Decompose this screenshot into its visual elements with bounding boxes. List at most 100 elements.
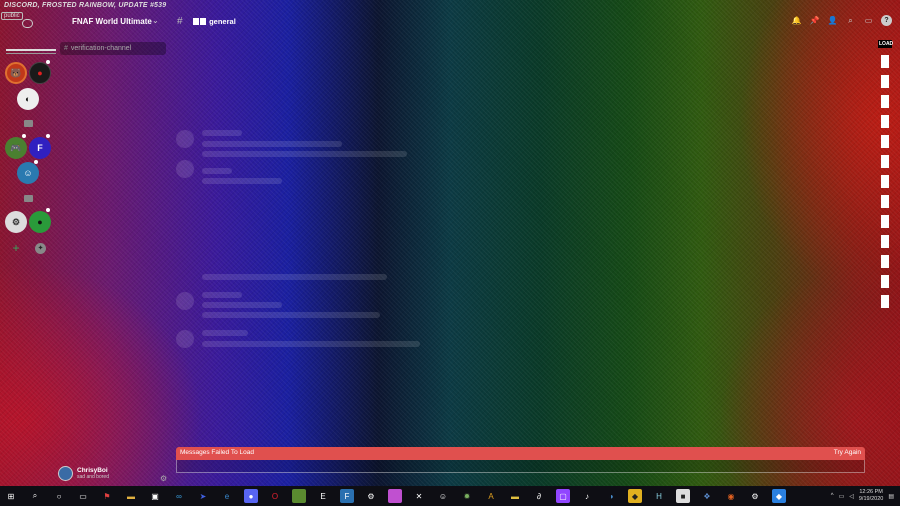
loading-placeholder bbox=[881, 215, 889, 228]
app-icon[interactable]: ⚑ bbox=[100, 489, 114, 503]
search-icon[interactable]: ⌕ bbox=[28, 489, 42, 503]
steam-icon[interactable]: ⚙ bbox=[364, 489, 378, 503]
placeholder-avatar bbox=[176, 292, 194, 310]
sidebar-item-label: verification-channel bbox=[70, 45, 132, 52]
add-server-icon[interactable]: + bbox=[9, 242, 23, 256]
opera-icon[interactable]: O bbox=[268, 489, 282, 503]
app-icon[interactable] bbox=[388, 489, 402, 503]
server-icon-panda[interactable]: ◐ bbox=[17, 88, 39, 110]
server-icon-character[interactable]: ☺ bbox=[17, 162, 39, 184]
loading-placeholder bbox=[881, 195, 889, 208]
folder-icon[interactable]: ▬ bbox=[124, 489, 138, 503]
windows-start-icon[interactable]: ⊞ bbox=[4, 489, 18, 503]
inbox-icon[interactable]: ▭ bbox=[863, 15, 874, 26]
server-icon-f[interactable]: F bbox=[29, 137, 51, 159]
chat-bubble-icon[interactable] bbox=[22, 19, 33, 28]
sidebar-item-verification-channel[interactable]: # verification-channel bbox=[60, 42, 166, 55]
loading-placeholder bbox=[881, 95, 889, 108]
app-icon[interactable]: A bbox=[484, 489, 498, 503]
cursor-icon[interactable]: ➤ bbox=[196, 489, 210, 503]
search-icon[interactable]: ⌕ bbox=[845, 15, 856, 26]
bell-icon[interactable]: 🔔 bbox=[791, 15, 802, 26]
placeholder-line bbox=[202, 292, 242, 298]
loading-placeholder bbox=[881, 275, 889, 288]
app-icon[interactable]: ◉ bbox=[724, 489, 738, 503]
windows-taskbar: ⊞ ⌕ ○ ▭ ⚑ ▬ ▣ ∞ ➤ e ● O E F ⚙ ✕ ☺ ✹ A ▬ … bbox=[0, 486, 900, 506]
avatar[interactable] bbox=[58, 466, 73, 481]
server-icon-fnaf[interactable]: 🐻 bbox=[5, 62, 27, 84]
app-icon[interactable]: ◑ bbox=[604, 489, 618, 503]
edge-icon[interactable]: e bbox=[220, 489, 234, 503]
public-badge: public bbox=[1, 12, 23, 20]
minecraft-icon[interactable] bbox=[292, 489, 306, 503]
placeholder-line bbox=[202, 330, 248, 336]
app-icon[interactable]: ◆ bbox=[772, 489, 786, 503]
epic-icon[interactable]: E bbox=[316, 489, 330, 503]
gear-icon[interactable]: ⚙ bbox=[160, 474, 167, 483]
h-icon[interactable]: H bbox=[652, 489, 666, 503]
file-explorer-icon[interactable]: ▬ bbox=[508, 489, 522, 503]
help-icon[interactable]: ? bbox=[881, 15, 892, 26]
clock-time: 12:26 PM bbox=[859, 489, 883, 495]
compass-icon[interactable]: ✦ bbox=[35, 243, 46, 254]
placeholder-line bbox=[202, 130, 242, 136]
task-view-icon[interactable]: ▭ bbox=[76, 489, 90, 503]
loading-placeholder bbox=[881, 235, 889, 248]
messages-failed-banner: Messages Failed To Load Try Again bbox=[176, 447, 865, 460]
header-toolbar: 🔔 📌 👤 ⌕ ▭ ? bbox=[791, 15, 892, 26]
server-icon-steam[interactable]: ⚙ bbox=[5, 211, 27, 233]
controller-icon[interactable]: ☺ bbox=[436, 489, 450, 503]
hash-icon: # bbox=[177, 16, 183, 27]
loading-placeholder bbox=[881, 175, 889, 188]
chevron-up-icon[interactable]: ^ bbox=[831, 493, 834, 499]
hash-icon: # bbox=[64, 45, 68, 52]
clock-date: 9/19/2020 bbox=[858, 496, 884, 502]
loading-placeholder bbox=[881, 295, 889, 308]
channel-name: general bbox=[209, 17, 236, 26]
folder-icon[interactable] bbox=[24, 195, 33, 202]
app-icon[interactable]: ■ bbox=[676, 489, 690, 503]
error-message: Messages Failed To Load bbox=[180, 449, 254, 456]
members-icon[interactable]: 👤 bbox=[827, 15, 838, 26]
store-icon[interactable]: ▣ bbox=[148, 489, 162, 503]
app-icon[interactable]: ❖ bbox=[700, 489, 714, 503]
cortana-icon[interactable]: ○ bbox=[52, 489, 66, 503]
server-icon-controller[interactable]: 🎮 bbox=[5, 137, 27, 159]
wolf-icon[interactable]: ✕ bbox=[412, 489, 426, 503]
placeholder-line bbox=[202, 151, 407, 157]
network-icon[interactable]: ▭ bbox=[839, 493, 845, 500]
settings-icon[interactable]: ✹ bbox=[460, 489, 474, 503]
placeholder-line bbox=[202, 274, 387, 280]
placeholder-avatar bbox=[176, 160, 194, 178]
app-icon[interactable]: ◆ bbox=[628, 489, 642, 503]
link-icon[interactable]: ∞ bbox=[172, 489, 186, 503]
server-icon-among-us[interactable]: ● bbox=[29, 62, 51, 84]
unread-dot bbox=[46, 60, 50, 64]
folder-icon[interactable] bbox=[24, 120, 33, 127]
message-input[interactable] bbox=[176, 460, 865, 473]
volume-icon[interactable]: ◁ bbox=[849, 493, 854, 500]
placeholder-avatar bbox=[176, 330, 194, 348]
clock[interactable]: 12:26 PM 9/19/2020 bbox=[859, 489, 883, 503]
f-icon[interactable]: F bbox=[340, 489, 354, 503]
user-panel: ChrisyBoi sad and bored bbox=[58, 466, 109, 481]
placeholder-line bbox=[202, 178, 282, 184]
notification-icon[interactable]: ▤ bbox=[888, 493, 894, 500]
loading-placeholder bbox=[881, 115, 889, 128]
discord-icon[interactable]: ● bbox=[244, 489, 258, 503]
app-icon[interactable]: ♪ bbox=[580, 489, 594, 503]
twitch-icon[interactable]: ▢ bbox=[556, 489, 570, 503]
pin-icon[interactable]: 📌 bbox=[809, 15, 820, 26]
placeholder-line bbox=[202, 141, 342, 147]
app-icon[interactable]: ∂ bbox=[532, 489, 546, 503]
unread-dot bbox=[22, 134, 26, 138]
steam-icon[interactable]: ⚙ bbox=[748, 489, 762, 503]
placeholder-line bbox=[202, 302, 282, 308]
server-icon-slime[interactable]: ● bbox=[29, 211, 51, 233]
chevron-down-icon[interactable]: ⌄ bbox=[152, 16, 159, 25]
try-again-button[interactable]: Try Again bbox=[834, 449, 861, 458]
system-tray: ^ ▭ ◁ 12:26 PM 9/19/2020 ▤ bbox=[831, 486, 894, 506]
server-name[interactable]: FNAF World Ultimate bbox=[72, 17, 152, 26]
user-status: sad and bored bbox=[77, 474, 109, 480]
unread-dot bbox=[46, 208, 50, 212]
